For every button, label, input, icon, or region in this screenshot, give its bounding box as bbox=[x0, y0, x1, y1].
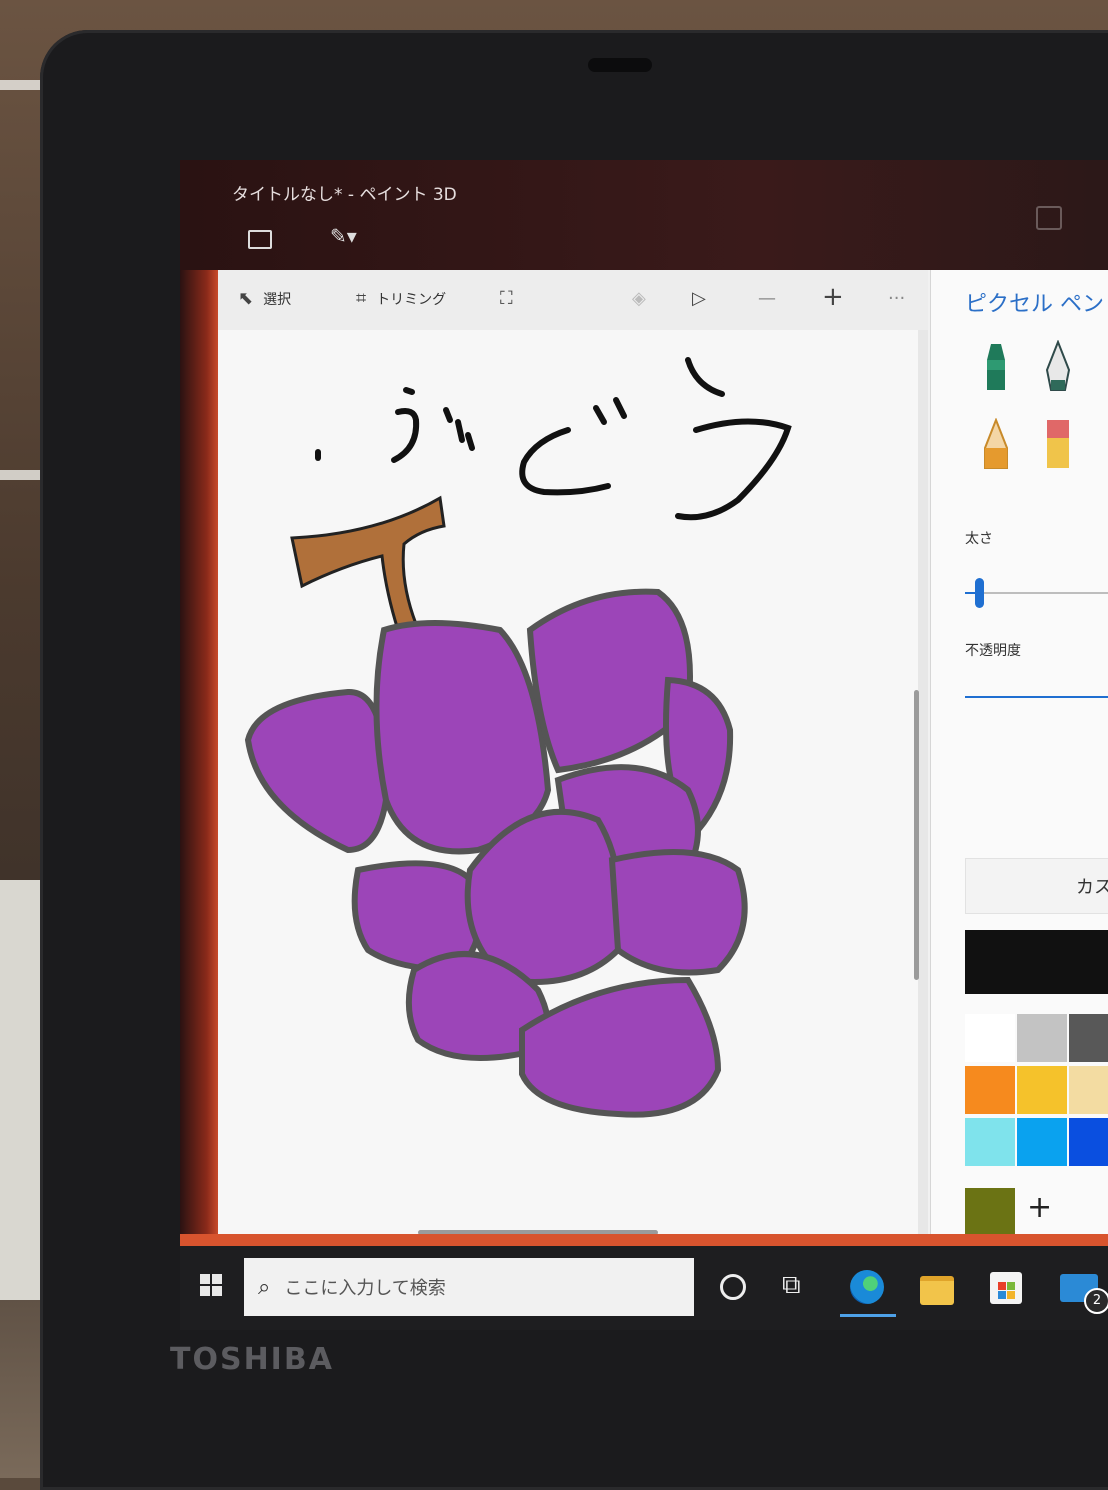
drawing-canvas[interactable] bbox=[218, 330, 918, 1240]
panel-title: ピクセル ペン bbox=[965, 292, 1104, 317]
add-color-icon[interactable]: + bbox=[1027, 1190, 1052, 1225]
mail-badge: 2 bbox=[1084, 1288, 1108, 1314]
zoom-in-button[interactable]: + bbox=[822, 282, 844, 312]
palette-swatch[interactable] bbox=[1069, 1118, 1108, 1166]
opacity-label: 不透明度 bbox=[965, 643, 1021, 659]
view-3d-button[interactable]: ◈ bbox=[632, 288, 646, 309]
thickness-label: 太さ bbox=[965, 531, 993, 547]
laptop-brand: TOSHIBA bbox=[170, 1342, 334, 1377]
crop-label: トリミング bbox=[376, 291, 447, 308]
marker-brush-icon[interactable] bbox=[981, 340, 1011, 392]
title-bar: タイトルなし* - ペイント 3D ✎▾ ↶ bbox=[180, 160, 1108, 270]
screen-edge bbox=[180, 270, 218, 1260]
calligraphy-pen-icon[interactable] bbox=[1043, 340, 1073, 392]
search-placeholder: ここに入力して検索 bbox=[284, 1278, 446, 1299]
pencil-brush-icon[interactable] bbox=[981, 418, 1011, 470]
magic-select-button[interactable]: ⛶ bbox=[500, 288, 513, 309]
zoom-out-button[interactable]: — bbox=[758, 288, 776, 309]
more-label: ··· bbox=[888, 288, 906, 309]
webcam bbox=[588, 58, 652, 72]
thickness-slider-thumb[interactable] bbox=[975, 578, 984, 608]
taskbar-search[interactable]: ⌕ ここに入力して検索 bbox=[244, 1258, 694, 1316]
opacity-slider[interactable] bbox=[965, 696, 1108, 698]
windows-start-icon[interactable] bbox=[200, 1274, 222, 1296]
brush-panel: ピクセル ペン 太さ 不透明度 カス + bbox=[930, 270, 1108, 1250]
custom-swatch[interactable] bbox=[965, 1188, 1015, 1236]
taskbar: ⌕ ここに入力して検索 ⧉ 2 bbox=[180, 1246, 1108, 1330]
palette-swatch[interactable] bbox=[1069, 1066, 1108, 1114]
grape-drawing bbox=[244, 357, 792, 1118]
grape-stem bbox=[290, 495, 446, 632]
window-title: タイトルなし* - ペイント 3D bbox=[232, 185, 457, 205]
palette-swatch[interactable] bbox=[965, 1066, 1015, 1114]
handwritten-text bbox=[315, 357, 792, 521]
vertical-scrollbar[interactable] bbox=[914, 690, 919, 980]
store-icon[interactable] bbox=[990, 1272, 1022, 1304]
flag-icon: ▷ bbox=[692, 288, 706, 309]
task-view-icon[interactable]: ⧉ bbox=[782, 1270, 801, 1301]
select-label: 選択 bbox=[263, 291, 292, 308]
canvas-area bbox=[218, 330, 928, 1250]
eraser-brush-icon[interactable] bbox=[1043, 418, 1073, 470]
stickers-icon[interactable] bbox=[1036, 206, 1062, 230]
palette-swatch[interactable] bbox=[1017, 1066, 1067, 1114]
mixed-reality-button[interactable]: ▷ bbox=[692, 288, 706, 309]
grape-bunch bbox=[244, 588, 748, 1118]
file-explorer-icon[interactable] bbox=[920, 1276, 954, 1305]
laptop-bezel: TOSHIBA タイトルなし* - ペイント 3D ✎▾ ↶ ⬉ 選択 ⌗ トリ… bbox=[40, 30, 1108, 1490]
edge-browser-icon[interactable] bbox=[850, 1270, 884, 1304]
palette-swatch[interactable] bbox=[1017, 1118, 1067, 1166]
toolbar: ⬉ 選択 ⌗ トリミング ⛶ ◈ ▷ — + ··· bbox=[218, 270, 928, 331]
thickness-slider-track[interactable] bbox=[965, 592, 1108, 594]
more-button[interactable]: ··· bbox=[888, 288, 905, 309]
cursor-icon: ⬉ bbox=[238, 288, 254, 309]
select-button[interactable]: ⬉ 選択 bbox=[238, 288, 291, 309]
brushes-icon[interactable]: ✎▾ bbox=[330, 224, 357, 248]
crop-icon: ⌗ bbox=[356, 288, 367, 309]
custom-color-button[interactable]: カスタム bbox=[965, 858, 1108, 914]
search-icon: ⌕ bbox=[258, 1274, 271, 1300]
edge-active-indicator bbox=[840, 1314, 896, 1317]
magic-select-icon: ⛶ bbox=[500, 288, 513, 309]
laptop-screen: タイトルなし* - ペイント 3D ✎▾ ↶ ⬉ 選択 ⌗ トリミング ⛶ bbox=[180, 160, 1108, 1330]
palette-swatch[interactable] bbox=[1069, 1014, 1108, 1062]
palette-swatch[interactable] bbox=[1017, 1014, 1067, 1062]
zoom-out-label: — bbox=[758, 288, 776, 309]
custom-label: カスタム bbox=[1076, 877, 1108, 898]
paint3d-app: ⬉ 選択 ⌗ トリミング ⛶ ◈ ▷ — + ··· ピクセル ペン 太さ 不透… bbox=[218, 270, 1108, 1250]
crop-button[interactable]: ⌗ トリミング bbox=[356, 288, 446, 309]
view-3d-icon: ◈ bbox=[632, 288, 646, 309]
cortana-icon[interactable] bbox=[720, 1274, 746, 1300]
palette-swatch[interactable] bbox=[965, 1118, 1015, 1166]
menu-icon[interactable] bbox=[248, 230, 272, 249]
zoom-in-label: + bbox=[822, 282, 844, 312]
current-color-swatch[interactable] bbox=[965, 930, 1108, 994]
palette-swatch[interactable] bbox=[965, 1014, 1015, 1062]
